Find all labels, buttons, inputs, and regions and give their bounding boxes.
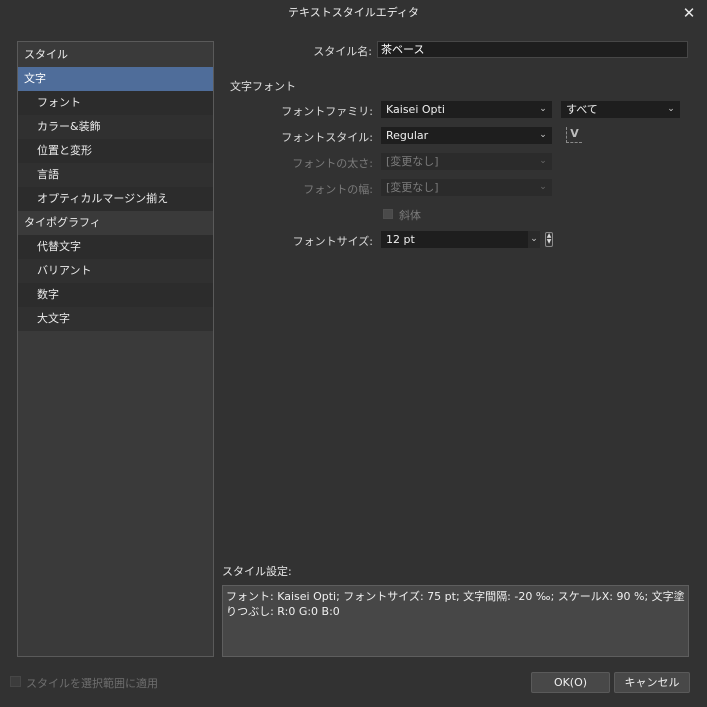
chevron-down-icon: ⌄	[539, 182, 547, 192]
font-width-select[interactable]: [変更なし] ⌄	[381, 179, 552, 196]
cancel-button[interactable]: キャンセル	[614, 672, 690, 693]
font-width-label: フォントの幅:	[303, 183, 373, 196]
font-weight-select[interactable]: [変更なし] ⌄	[381, 153, 552, 170]
font-family-value: Kaisei Opti	[386, 103, 445, 116]
dialog-title: テキストスタイルエディタ	[288, 6, 419, 19]
style-description-label: スタイル設定:	[222, 565, 292, 578]
apply-to-selection-label: スタイルを選択範囲に適用	[26, 677, 158, 690]
sidebar-item-style[interactable]: スタイル	[18, 43, 213, 67]
apply-to-selection-checkbox[interactable]	[10, 676, 21, 687]
font-style-select[interactable]: Regular ⌄	[381, 127, 552, 144]
font-weight-value: [変更なし]	[386, 155, 439, 168]
italic-label: 斜体	[399, 209, 421, 222]
sidebar-item-capitals[interactable]: 大文字	[18, 307, 213, 331]
chevron-down-icon: ⌄	[539, 130, 547, 140]
font-width-value: [変更なし]	[386, 181, 439, 194]
ok-button[interactable]: OK(O)	[531, 672, 610, 693]
chevron-down-icon: ⌄	[539, 156, 547, 166]
style-name-input[interactable]: 茶ベース	[377, 41, 688, 58]
category-sidebar: スタイル 文字 フォント カラー&装飾 位置と変形 言語 オプティカルマージン揃…	[17, 41, 214, 657]
sidebar-item-numbers[interactable]: 数字	[18, 283, 213, 307]
spin-down-icon[interactable]: ▼	[546, 239, 552, 245]
font-size-label: フォントサイズ:	[292, 235, 373, 248]
sidebar-item-typography[interactable]: タイポグラフィ	[18, 211, 213, 235]
sidebar-item-position-transform[interactable]: 位置と変形	[18, 139, 213, 163]
font-family-label: フォントファミリ:	[281, 105, 373, 118]
chevron-down-icon: ⌄	[539, 104, 547, 114]
font-size-input[interactable]: 12 pt	[381, 231, 528, 248]
style-description-box: フォント: Kaisei Opti; フォントサイズ: 75 pt; 文字間隔:…	[222, 585, 689, 657]
font-filter-select[interactable]: すべて ⌄	[561, 101, 680, 118]
font-style-value: Regular	[386, 129, 429, 142]
chevron-down-icon: ⌄	[667, 104, 675, 114]
font-size-dropdown-icon[interactable]: ⌄	[528, 231, 540, 248]
font-filter-value: すべて	[566, 103, 598, 116]
font-size-spinner[interactable]: ▲ ▼	[545, 232, 553, 247]
font-traits-icon[interactable]: V	[566, 127, 582, 143]
style-name-label: スタイル名:	[313, 45, 372, 58]
font-style-label: フォントスタイル:	[281, 131, 373, 144]
sidebar-item-variants[interactable]: バリアント	[18, 259, 213, 283]
font-family-select[interactable]: Kaisei Opti ⌄	[381, 101, 552, 118]
section-title: 文字フォント	[230, 80, 296, 93]
sidebar-item-alternates[interactable]: 代替文字	[18, 235, 213, 259]
sidebar-item-character[interactable]: 文字	[18, 67, 213, 91]
sidebar-item-color-decoration[interactable]: カラー&装飾	[18, 115, 213, 139]
italic-checkbox[interactable]	[383, 209, 393, 219]
font-weight-label: フォントの太さ:	[292, 157, 373, 170]
sidebar-item-font[interactable]: フォント	[18, 91, 213, 115]
sidebar-item-optical-margin[interactable]: オプティカルマージン揃え	[18, 187, 213, 211]
close-icon[interactable]: ✕	[679, 3, 699, 23]
sidebar-item-language[interactable]: 言語	[18, 163, 213, 187]
